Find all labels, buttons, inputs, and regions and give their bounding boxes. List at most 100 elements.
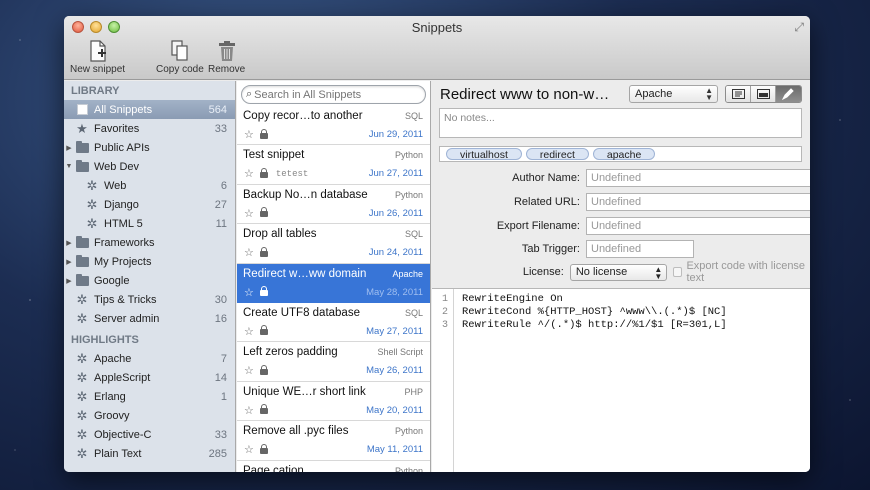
snippet-language: Python: [394, 189, 423, 200]
lock-icon[interactable]: [259, 404, 268, 415]
sidebar-item-frameworks[interactable]: ▶ Frameworks: [64, 233, 235, 252]
sidebar-item-tips-tricks[interactable]: ✲ Tips & Tricks 30: [64, 290, 235, 309]
sidebar-item-favorites[interactable]: ★ Favorites 33: [64, 119, 235, 138]
item-count: 16: [214, 312, 227, 325]
snippet-language: Python: [394, 465, 423, 472]
sidebar-item-plain-text[interactable]: ✲ Plain Text 285: [64, 444, 235, 463]
sidebar-item-public-apis[interactable]: ▶ Public APIs: [64, 138, 235, 157]
author-field[interactable]: Undefined: [586, 169, 810, 187]
sidebar-item-objective-c[interactable]: ✲ Objective-C 33: [64, 425, 235, 444]
snippet-row[interactable]: Test snippet Python ☆ tetest Jun 27, 2011: [237, 145, 430, 185]
lock-icon[interactable]: [259, 167, 268, 178]
window-title: Snippets: [411, 20, 463, 35]
license-value: No license: [575, 265, 628, 278]
favorite-star-icon[interactable]: ☆: [244, 286, 254, 299]
snippet-icons: ☆: [244, 364, 268, 377]
disclosure-triangle-icon[interactable]: ▶: [64, 277, 74, 285]
notes-field[interactable]: No notes...: [439, 108, 802, 138]
sidebar-item-html-5[interactable]: ✲ HTML 5 11: [64, 214, 235, 233]
item-count: 33: [214, 428, 227, 441]
sidebar-item-label: Plain Text: [94, 447, 142, 460]
snippet-row[interactable]: Create UTF8 database SQL ☆ May 27, 2011: [237, 303, 430, 343]
favorite-star-icon[interactable]: ☆: [244, 167, 254, 180]
related-url-field[interactable]: Undefined: [586, 193, 810, 211]
remove-button[interactable]: Remove: [208, 40, 245, 75]
item-count: 285: [208, 447, 227, 460]
disclosure-triangle-icon[interactable]: ▶: [64, 239, 74, 247]
snippet-row[interactable]: Redirect w…ww domain Apache ☆ May 28, 2011: [237, 263, 430, 303]
library-header: LIBRARY: [71, 85, 120, 97]
snippet-row[interactable]: Page cation Python: [237, 461, 430, 472]
favorite-star-icon[interactable]: ☆: [244, 128, 254, 141]
favorite-star-icon[interactable]: ☆: [244, 207, 254, 220]
license-row: License: No license ▲ ▼ Export code with …: [432, 260, 810, 284]
sidebar-item-google[interactable]: ▶ Google: [64, 271, 235, 290]
snippet-row[interactable]: Drop all tables SQL ☆ Jun 24, 2011: [237, 224, 430, 264]
code-line: RewriteCond %{HTTP_HOST} ^www\\.(.*)$ [N…: [462, 306, 727, 318]
snippet-row[interactable]: Copy recor…to another SQL ☆ Jun 29, 2011: [237, 106, 430, 146]
lock-icon[interactable]: [259, 246, 268, 257]
sidebar-item-label: Groovy: [94, 409, 130, 422]
sidebar-item-my-projects[interactable]: ▶ My Projects: [64, 252, 235, 271]
favorite-star-icon[interactable]: ☆: [244, 364, 254, 377]
disclosure-triangle-icon[interactable]: ▶: [64, 258, 74, 266]
disclosure-triangle-icon[interactable]: ▼: [64, 163, 74, 170]
license-select[interactable]: No license ▲ ▼: [569, 263, 668, 281]
copy-code-button[interactable]: Copy code: [156, 40, 204, 75]
lock-icon[interactable]: [259, 128, 268, 139]
sidebar-item-applescript[interactable]: ✲ AppleScript 14: [64, 368, 235, 387]
lock-icon[interactable]: [259, 364, 268, 375]
tag-token[interactable]: apache: [592, 148, 656, 161]
url-label: Related URL:: [513, 196, 580, 208]
favorite-star-icon[interactable]: ☆: [244, 404, 254, 417]
export-license-checkbox[interactable]: [673, 267, 683, 277]
fullscreen-icon[interactable]: ⤢: [794, 20, 804, 35]
tag-token[interactable]: redirect: [525, 148, 589, 161]
snippet-row[interactable]: Left zeros padding Shell Script ☆ May 26, 2…: [237, 342, 430, 382]
gear-icon: ✲: [76, 446, 88, 461]
lock-icon[interactable]: [259, 207, 268, 218]
snippet-row[interactable]: Backup No…n database Python ☆ Jun 26, 2011: [237, 185, 430, 225]
lock-icon[interactable]: [259, 325, 268, 336]
item-count: 27: [214, 198, 227, 211]
sidebar-item-web[interactable]: ✲ Web 6: [64, 176, 235, 195]
favorite-star-icon[interactable]: ☆: [244, 325, 254, 338]
copy-icon: [156, 40, 204, 62]
code-lines[interactable]: RewriteEngine On RewriteCond %{HTTP_HOST…: [454, 289, 727, 472]
tab-trigger-field[interactable]: Undefined: [586, 240, 694, 258]
snippet-title[interactable]: Redirect www to non-w…: [440, 86, 609, 103]
search-field[interactable]: ⌕: [241, 85, 426, 104]
sidebar-item-web-dev[interactable]: ▼ Web Dev: [64, 157, 235, 176]
tags-field[interactable]: virtualhost redirect apache: [439, 146, 802, 162]
new-snippet-button[interactable]: New snippet: [70, 40, 125, 75]
disclosure-triangle-icon[interactable]: ▶: [64, 144, 74, 152]
sidebar-item-all-snippets[interactable]: All Snippets 564: [64, 100, 235, 119]
view-split-button[interactable]: [751, 86, 776, 102]
language-select[interactable]: Apache ▲ ▼: [629, 85, 718, 103]
search-input[interactable]: [254, 88, 415, 101]
tag-token[interactable]: virtualhost: [446, 148, 522, 161]
sidebar-item-erlang[interactable]: ✲ Erlang 1: [64, 387, 235, 406]
gear-icon: ✲: [76, 292, 88, 307]
sidebar-item-groovy[interactable]: ✲ Groovy: [64, 406, 235, 425]
sidebar-item-apache[interactable]: ✲ Apache 7: [64, 349, 235, 368]
snippet-language: SQL: [404, 229, 423, 240]
item-count: 33: [214, 122, 227, 135]
snippet-row[interactable]: Unique WE…r short link PHP ☆ May 20, 2011: [237, 382, 430, 422]
view-info-button[interactable]: [726, 86, 751, 102]
view-edit-button[interactable]: [776, 86, 801, 102]
gear-icon: ✲: [76, 427, 88, 442]
favorite-star-icon[interactable]: ☆: [244, 443, 254, 456]
code-line: RewriteEngine On: [462, 293, 563, 305]
sidebar-item-django[interactable]: ✲ Django 27: [64, 195, 235, 214]
lock-icon[interactable]: [259, 443, 268, 454]
snippet-row[interactable]: Remove all .pyc files Python ☆ May 11, 2011: [237, 421, 430, 461]
sidebar-item-server-admin[interactable]: ✲ Server admin 16: [64, 309, 235, 328]
lock-icon[interactable]: [259, 286, 268, 297]
code-editor[interactable]: 1 2 3 RewriteEngine On RewriteCond %{HTT…: [432, 288, 810, 472]
favorite-star-icon[interactable]: ☆: [244, 246, 254, 259]
snippet-icons: ☆: [244, 286, 268, 299]
snippet-language: PHP: [404, 386, 423, 397]
gear-icon: ✲: [86, 216, 98, 231]
export-filename-field[interactable]: Undefined: [586, 217, 810, 235]
